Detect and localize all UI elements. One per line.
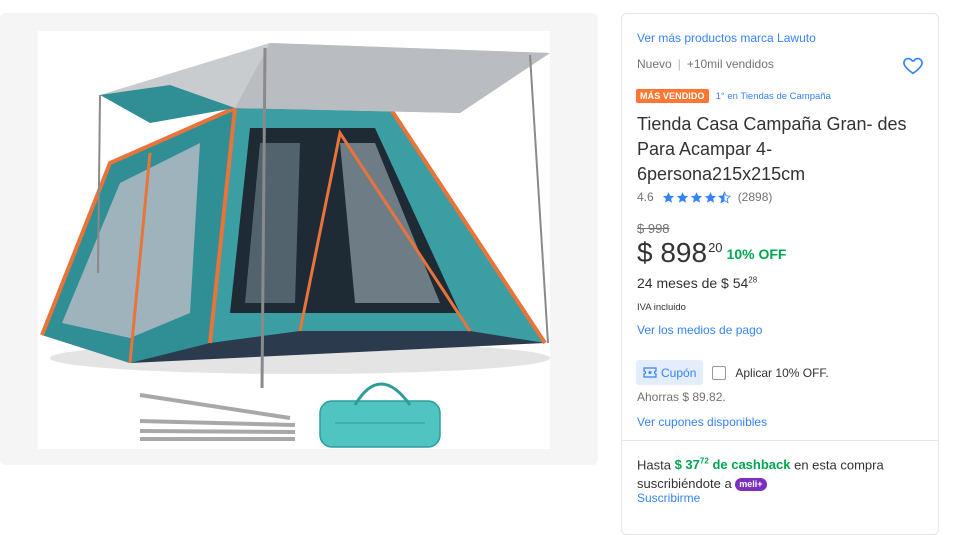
badge-row: MÁS VENDIDO 1° en Tiendas de Campaña — [636, 89, 831, 103]
star-icon — [662, 191, 674, 203]
installments-text: 24 meses de $ 5428 — [637, 275, 757, 291]
rating-row[interactable]: 4.6 (2898) — [637, 190, 772, 204]
brand-link[interactable]: Ver más productos marca Lawuto — [637, 31, 816, 45]
category-ranking-link[interactable]: 1° en Tiendas de Campaña — [716, 91, 831, 102]
available-coupons-link[interactable]: Ver cupones disponibles — [637, 415, 767, 429]
installments-amount: 24 meses de $ 54 — [637, 275, 749, 291]
product-title: Tienda Casa Campaña Gran- des Para Acamp… — [637, 114, 907, 184]
product-image-panel[interactable] — [0, 13, 598, 465]
payment-methods-link[interactable]: Ver los medios de pago — [637, 323, 762, 337]
meli-plus-badge: meli+ — [735, 478, 767, 492]
heart-icon[interactable] — [902, 54, 924, 76]
apply-coupon-checkbox[interactable] — [712, 365, 727, 380]
installments-cents: 28 — [748, 275, 758, 285]
tent-product-image — [38, 31, 550, 449]
sold-count: +10mil vendidos — [686, 57, 774, 71]
product-info-card: Ver más productos marca Lawuto Nuevo | +10… — [621, 13, 939, 535]
cashback-label: de cashback — [712, 457, 791, 473]
coupon-label: Cupón — [661, 365, 697, 380]
cashback-amount-group: $ 3772 de cashback — [675, 457, 791, 472]
subscribe-link[interactable]: Suscribirme — [637, 491, 700, 505]
original-price: $ 998 — [637, 221, 670, 236]
current-price: $ 898 — [637, 237, 708, 268]
apply-coupon-label[interactable]: Aplicar 10% OFF. — [735, 366, 828, 380]
star-icon — [704, 191, 716, 203]
savings-text: Ahorras $ 89.82. — [637, 390, 726, 404]
divider — [622, 440, 938, 441]
separator: | — [677, 57, 681, 71]
ticket-icon — [643, 367, 657, 378]
coupon-row: Cupón Aplicar 10% OFF. — [636, 360, 829, 385]
favorite-button[interactable] — [902, 54, 924, 76]
condition-label: Nuevo — [637, 57, 672, 71]
rating-value: 4.6 — [637, 190, 654, 204]
cashback-cents: 72 — [699, 457, 709, 466]
tax-note: IVA incluido — [637, 302, 686, 313]
cashback-prefix: Hasta — [637, 457, 671, 473]
cashback-text: Hasta $ 3772 de cashback en esta compra … — [637, 452, 927, 493]
review-count: (2898) — [737, 190, 773, 204]
best-seller-badge: MÁS VENDIDO — [636, 89, 709, 103]
star-icon — [676, 191, 688, 203]
star-half-icon — [717, 190, 731, 204]
condition-row: Nuevo | +10mil vendidos — [637, 57, 774, 71]
discount-label: 10% OFF — [726, 246, 787, 262]
star-icon — [690, 191, 702, 203]
price-row: $ 898 20 10% OFF — [637, 236, 786, 270]
cashback-amount: $ 37 — [674, 457, 700, 473]
rating-stars — [662, 190, 732, 204]
coupon-tag: Cupón — [636, 360, 704, 385]
price-cents: 20 — [708, 240, 723, 255]
